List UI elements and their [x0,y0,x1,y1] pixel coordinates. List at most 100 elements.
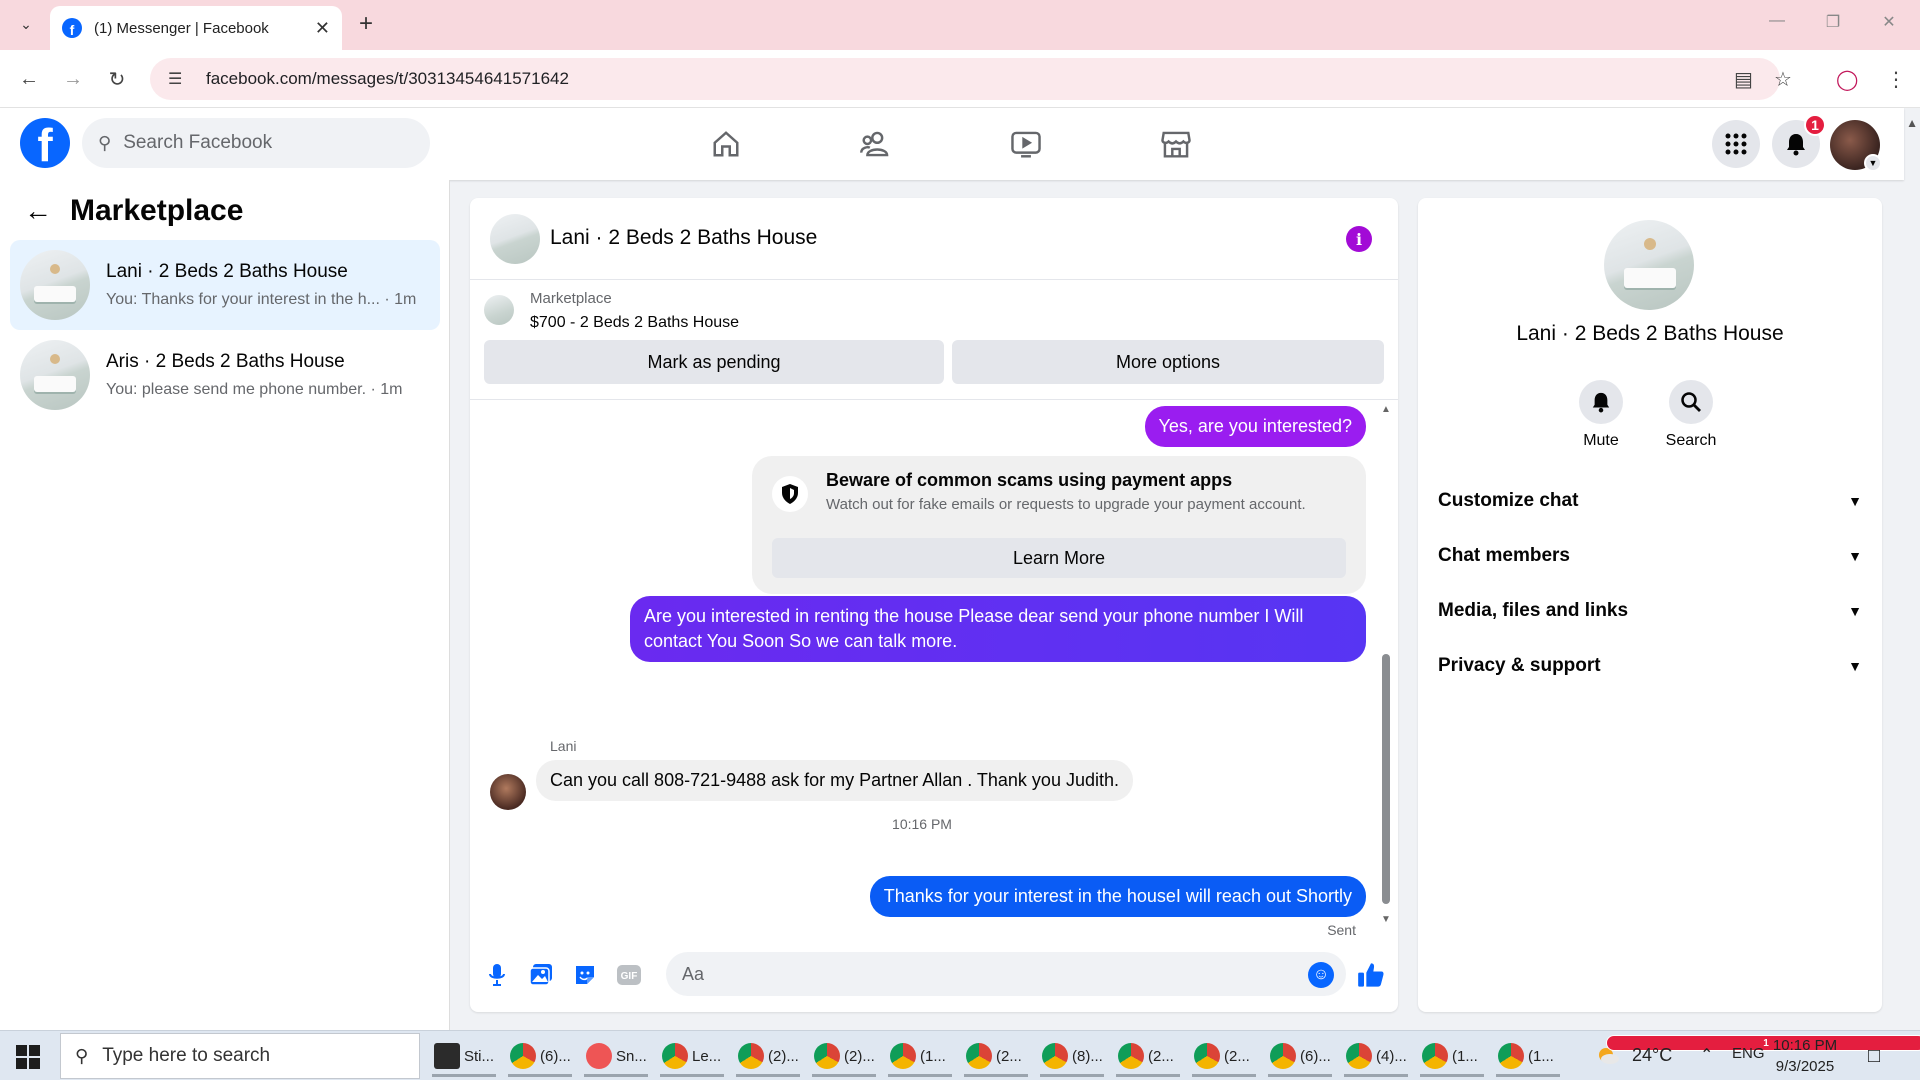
chevron-down-icon: ▼ [1848,493,1862,509]
restore-icon[interactable]: ❐ [1818,12,1848,32]
message-composer: GIF ☺ [470,946,1398,1006]
temperature[interactable]: 24°C [1632,1045,1672,1066]
outgoing-message[interactable]: Yes, are you interested? [1144,406,1366,448]
facebook-logo-icon[interactable]: f [20,118,70,168]
microphone-icon[interactable] [482,960,512,990]
chrome-icon [1270,1043,1296,1069]
taskbar-app-chrome[interactable]: (2)... [808,1035,880,1077]
scrollbar-thumb[interactable] [1382,654,1390,904]
info-icon[interactable]: i [1346,226,1372,252]
bookmark-star-icon[interactable]: ☆ [1774,67,1792,92]
scroll-up-arrow-icon[interactable]: ▲ [1380,404,1392,415]
back-icon[interactable]: ← [14,64,44,94]
chevron-down-icon: ▼ [1848,548,1862,564]
taskbar-app-sticky-notes[interactable]: Sti... [428,1035,500,1077]
taskbar-app-chrome[interactable]: (8)... [1036,1035,1108,1077]
media-files-links-row[interactable]: Media, files and links ▼ [1438,591,1862,631]
taskbar-app-chrome[interactable]: Le... [656,1035,728,1077]
marketplace-icon[interactable] [1154,122,1198,166]
taskbar-app-chrome[interactable]: (2)... [732,1035,804,1077]
taskbar-search[interactable]: ⚲ Type here to search [60,1033,420,1079]
windows-start-icon[interactable] [16,1045,40,1069]
scroll-down-arrow-icon[interactable]: ▼ [1380,914,1392,925]
taskbar-app-chrome[interactable]: (1... [1492,1035,1564,1077]
forward-icon[interactable]: → [58,64,88,94]
taskbar-app-chrome[interactable]: (4)... [1340,1035,1412,1077]
thumbs-up-icon[interactable] [1356,960,1386,990]
taskbar-app-chrome[interactable]: (1... [884,1035,956,1077]
tab-close-icon[interactable]: ✕ [315,18,330,39]
outgoing-message[interactable]: Thanks for your interest in the houseI w… [869,876,1366,918]
chrome-icon [1498,1043,1524,1069]
outgoing-message[interactable]: Are you interested in renting the house … [630,596,1366,663]
more-options-button[interactable]: More options [952,340,1384,384]
learn-more-button[interactable]: Learn More [772,538,1346,578]
minimize-icon[interactable]: — [1762,12,1792,30]
page-scroll-up-icon[interactable]: ▲ [1906,116,1918,130]
close-window-icon[interactable]: ✕ [1874,12,1904,32]
menu-grid-button[interactable] [1712,120,1760,168]
chrome-icon [510,1043,536,1069]
chrome-icon [1194,1043,1220,1069]
reload-icon[interactable]: ↻ [102,64,132,94]
message-input[interactable] [682,963,1282,985]
conversation-item-aris[interactable]: Aris · 2 Beds 2 Baths House You: please … [10,330,440,420]
taskbar-clock[interactable]: 10:16 PM 9/3/2025 [1760,1035,1850,1077]
install-app-icon[interactable]: ▤ [1734,67,1753,92]
chat-title[interactable]: Lani · 2 Beds 2 Baths House [550,226,817,250]
taskbar-app-chrome[interactable]: (6)... [1264,1035,1336,1077]
gif-icon[interactable]: GIF [614,960,644,990]
taskbar-app-chrome[interactable]: (6)... [504,1035,576,1077]
taskbar-app-chrome[interactable]: (2... [960,1035,1032,1077]
notifications-button[interactable]: 1 [1772,114,1826,168]
tray-expand-icon[interactable]: ⌃ [1700,1045,1713,1065]
chat-avatar[interactable] [490,214,540,264]
customize-chat-row[interactable]: Customize chat ▼ [1438,481,1862,521]
sender-avatar[interactable] [490,774,526,810]
chrome-icon [1042,1043,1068,1069]
privacy-support-row[interactable]: Privacy & support ▼ [1438,646,1862,686]
chrome-icon [814,1043,840,1069]
profile-icon[interactable]: ◯ [1836,67,1858,92]
message-input-box[interactable]: ☺ [666,952,1346,996]
facebook-search-input[interactable] [123,132,404,154]
search-icon: ⚲ [75,1045,89,1066]
chrome-icon [1346,1043,1372,1069]
taskbar-app-snipping[interactable]: Sn... [580,1035,652,1077]
site-settings-icon[interactable]: ☰ [168,69,190,89]
address-bar[interactable]: ☰ facebook.com/messages/t/30313454641571… [150,58,1780,100]
details-avatar[interactable] [1604,220,1694,310]
watch-video-icon[interactable] [1004,122,1048,166]
friends-icon[interactable] [854,122,898,166]
message-scrollbar[interactable]: ▲ ▼ [1380,404,1392,925]
snipping-tool-icon [586,1043,612,1069]
incoming-message[interactable]: Can you call 808-721-9488 ask for my Par… [536,760,1133,801]
bell-icon [1787,134,1805,156]
url-text: facebook.com/messages/t/3031345464157164… [206,69,569,88]
search-in-chat-button[interactable]: Search [1651,380,1731,450]
facebook-search[interactable]: ⚲ [82,118,430,168]
marketplace-label: Marketplace [530,290,612,307]
conversation-snippet: You: please send me phone number. · 1m [106,381,403,398]
listing-price-title[interactable]: $700 - 2 Beds 2 Baths House [530,314,739,332]
windows-taskbar: ⚲ Type here to search Sti... (6)... Sn..… [0,1030,1920,1080]
chat-members-row[interactable]: Chat members ▼ [1438,536,1862,576]
row-label: Customize chat [1438,490,1579,511]
browser-tab-messenger[interactable]: f (1) Messenger | Facebook ✕ [50,6,342,50]
notification-center-icon[interactable]: □ [1868,1045,1880,1068]
browser-menu-icon[interactable]: ⋮ [1886,67,1906,92]
tab-search-chevron-icon[interactable]: ⌄ [12,10,40,38]
account-avatar[interactable]: ▼ [1830,120,1882,172]
photo-gallery-icon[interactable] [526,960,556,990]
mark-as-pending-button[interactable]: Mark as pending [484,340,944,384]
taskbar-app-chrome[interactable]: (2... [1188,1035,1260,1077]
taskbar-app-chrome[interactable]: (2... [1112,1035,1184,1077]
new-tab-icon[interactable]: + [352,10,380,38]
home-icon[interactable] [704,122,748,166]
emoji-icon[interactable]: ☺ [1308,962,1334,988]
conversation-item-lani[interactable]: Lani · 2 Beds 2 Baths House You: Thanks … [10,240,440,330]
back-arrow-icon[interactable]: ← [24,195,64,227]
taskbar-app-chrome[interactable]: (1... [1416,1035,1488,1077]
mute-button[interactable]: Mute [1561,380,1641,450]
sticker-icon[interactable] [570,960,600,990]
